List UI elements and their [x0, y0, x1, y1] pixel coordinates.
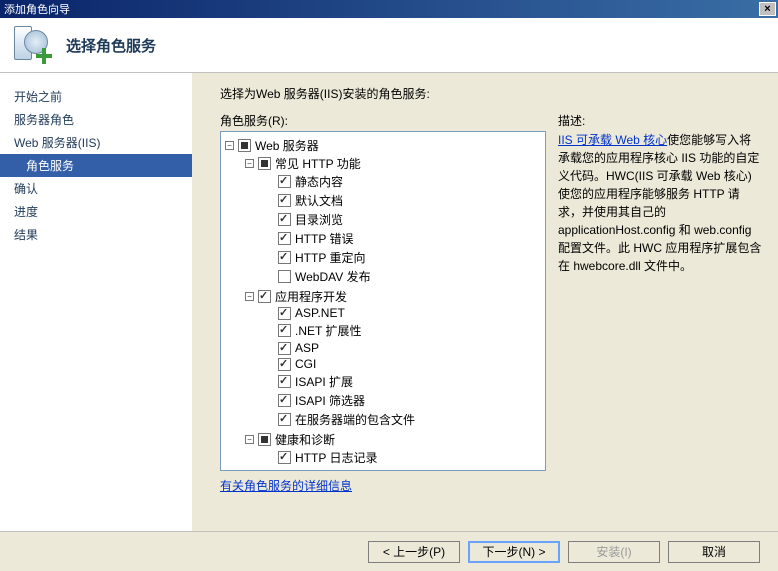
tree-node-label[interactable]: WebDAV 发布: [295, 268, 371, 285]
prompt-text: 选择为Web 服务器(IIS)安装的角色服务:: [220, 85, 762, 102]
wizard-steps-sidebar: 开始之前服务器角色Web 服务器(IIS)角色服务确认进度结果: [0, 73, 192, 531]
wizard-header: 选择角色服务: [0, 18, 778, 73]
tree-node-label[interactable]: 健康和诊断: [275, 431, 335, 448]
tree-node-label[interactable]: 常见 HTTP 功能: [275, 155, 361, 172]
prev-button[interactable]: < 上一步(P): [368, 541, 460, 563]
tree-node: − 常见 HTTP 功能静态内容默认文档目录浏览 HTTP 错误 HTTP 重定向 We…: [245, 154, 541, 287]
titlebar: 添加角色向导 ×: [0, 0, 778, 18]
tree-label: 角色服务(R):: [220, 112, 546, 129]
tree-node-label[interactable]: 应用程序开发: [275, 288, 347, 305]
collapse-icon[interactable]: −: [245, 435, 254, 444]
tree-node: WebDAV 发布: [265, 267, 541, 286]
checkbox[interactable]: [258, 157, 271, 170]
description-label: 描述:: [558, 112, 762, 129]
tree-node: 日志记录工具: [265, 467, 541, 471]
checkbox[interactable]: [278, 375, 291, 388]
description-link[interactable]: IIS 可承载 Web 核心: [558, 133, 667, 147]
tree-node: CGI: [265, 356, 541, 372]
checkbox[interactable]: [278, 307, 291, 320]
tree-node: 在服务器端的包含文件: [265, 410, 541, 429]
tree-node-label[interactable]: ASP: [295, 341, 319, 355]
tree-node-label[interactable]: 日志记录工具: [295, 468, 367, 471]
tree-node-label[interactable]: ISAPI 筛选器: [295, 392, 365, 409]
tree-node-label[interactable]: CGI: [295, 357, 316, 371]
next-button[interactable]: 下一步(N) >: [468, 541, 560, 563]
window-title: 添加角色向导: [4, 1, 70, 17]
tree-node: − 应用程序开发ASP.NET .NET 扩展性 ASP CGI ISAPI 扩展 ISAP…: [245, 287, 541, 430]
tree-node: ASP.NET: [265, 305, 541, 321]
tree-node: HTTP 错误: [265, 229, 541, 248]
role-services-tree[interactable]: −Web 服务器−常见 HTTP 功能静态内容默认文档目录浏览HTTP 错误HT…: [220, 131, 546, 471]
collapse-icon[interactable]: −: [245, 292, 254, 301]
tree-node-label[interactable]: HTTP 错误: [295, 230, 353, 247]
tree-node-label[interactable]: ISAPI 扩展: [295, 373, 353, 390]
tree-node: 静态内容: [265, 172, 541, 191]
sidebar-item[interactable]: 结果: [0, 223, 192, 246]
tree-node: −Web 服务器−常见 HTTP 功能静态内容默认文档目录浏览HTTP 错误HT…: [225, 136, 541, 471]
checkbox[interactable]: [278, 470, 291, 471]
install-button: 安装(I): [568, 541, 660, 563]
tree-node-label[interactable]: HTTP 重定向: [295, 249, 365, 266]
tree-node-label[interactable]: 在服务器端的包含文件: [295, 411, 415, 428]
sidebar-item[interactable]: 服务器角色: [0, 108, 192, 131]
tree-node-label[interactable]: 静态内容: [295, 173, 343, 190]
cancel-button[interactable]: 取消: [668, 541, 760, 563]
tree-node-label[interactable]: 目录浏览: [295, 211, 343, 228]
checkbox[interactable]: [278, 394, 291, 407]
checkbox[interactable]: [278, 213, 291, 226]
tree-node-label[interactable]: .NET 扩展性: [295, 322, 361, 339]
collapse-icon[interactable]: −: [225, 141, 234, 150]
checkbox[interactable]: [278, 342, 291, 355]
tree-node-label[interactable]: 默认文档: [295, 192, 343, 209]
server-role-icon: [14, 26, 52, 64]
checkbox[interactable]: [278, 324, 291, 337]
checkbox[interactable]: [278, 194, 291, 207]
checkbox[interactable]: [278, 358, 291, 371]
close-icon[interactable]: ×: [759, 2, 776, 16]
sidebar-item[interactable]: 确认: [0, 177, 192, 200]
tree-node: .NET 扩展性: [265, 321, 541, 340]
sidebar-item[interactable]: 进度: [0, 200, 192, 223]
tree-node: ISAPI 扩展: [265, 372, 541, 391]
tree-node: HTTP 重定向: [265, 248, 541, 267]
checkbox[interactable]: [278, 413, 291, 426]
checkbox[interactable]: [258, 290, 271, 303]
checkbox[interactable]: [278, 251, 291, 264]
tree-node: 默认文档: [265, 191, 541, 210]
checkbox[interactable]: [238, 139, 251, 152]
more-info-link[interactable]: 有关角色服务的详细信息: [220, 477, 352, 494]
wizard-footer: < 上一步(P) 下一步(N) > 安装(I) 取消: [0, 531, 778, 571]
tree-node-label[interactable]: Web 服务器: [255, 137, 319, 154]
tree-node: ISAPI 筛选器: [265, 391, 541, 410]
description-text: IIS 可承载 Web 核心使您能够写入将承载您的应用程序核心 IIS 功能的自…: [558, 131, 762, 275]
checkbox[interactable]: [278, 451, 291, 464]
sidebar-item[interactable]: 开始之前: [0, 85, 192, 108]
tree-node: HTTP 日志记录: [265, 448, 541, 467]
tree-node: 目录浏览: [265, 210, 541, 229]
checkbox[interactable]: [258, 433, 271, 446]
sidebar-item[interactable]: Web 服务器(IIS): [0, 131, 192, 154]
page-title: 选择角色服务: [66, 35, 156, 56]
tree-node-label[interactable]: HTTP 日志记录: [295, 449, 377, 466]
tree-node-label[interactable]: ASP.NET: [295, 306, 345, 320]
tree-node: ASP: [265, 340, 541, 356]
checkbox[interactable]: [278, 232, 291, 245]
checkbox[interactable]: [278, 270, 291, 283]
description-body: 使您能够写入将承载您的应用程序核心 IIS 功能的自定义代码。HWC(IIS 可…: [558, 133, 761, 273]
sidebar-item[interactable]: 角色服务: [0, 154, 192, 177]
collapse-icon[interactable]: −: [245, 159, 254, 168]
tree-node: −健康和诊断HTTP 日志记录日志记录工具请求监视跟踪: [245, 430, 541, 471]
checkbox[interactable]: [278, 175, 291, 188]
